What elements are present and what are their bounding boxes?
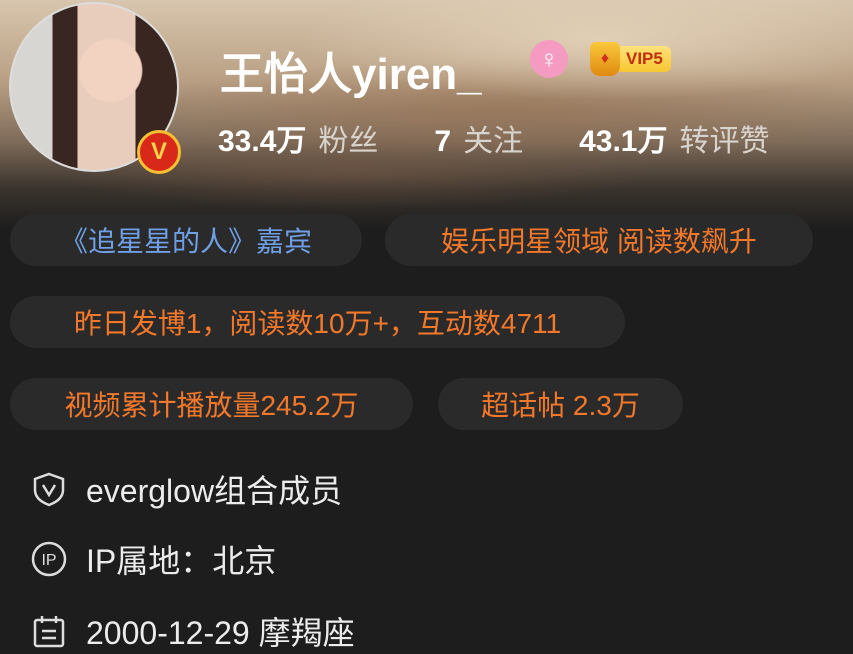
calendar-icon: [33, 616, 65, 648]
tag-chip-daily-stats[interactable]: 昨日发博1，阅读数10万+，互动数4711: [10, 296, 625, 348]
stat-label: 粉丝: [318, 125, 379, 158]
tag-chip-super-topic[interactable]: 超话帖 2.3万: [438, 378, 683, 430]
info-row-birthday: 2000-12-29 摩羯座: [30, 608, 355, 654]
stat-label: 关注: [463, 125, 524, 158]
stat-value: 33.4万: [218, 125, 307, 158]
info-text: 2000-12-29 摩羯座: [86, 615, 355, 651]
stat-following[interactable]: 7 关注: [434, 116, 523, 160]
stat-interactions[interactable]: 43.1万 转评赞: [579, 116, 769, 160]
vip-label: VIP5: [616, 46, 671, 72]
info-row-ip: IP IP属地：北京: [30, 536, 276, 582]
svg-text:IP: IP: [41, 552, 56, 569]
crown-icon: ♦: [590, 42, 620, 76]
vip-badge[interactable]: ♦ VIP5: [590, 42, 671, 76]
tag-chip-guest[interactable]: 《追星星的人》嘉宾: [10, 214, 362, 266]
verified-badge-icon: V: [137, 130, 181, 174]
stat-followers[interactable]: 33.4万 粉丝: [218, 116, 378, 160]
profile-name: 王怡人yiren_: [220, 50, 482, 99]
info-text: IP属地：北京: [86, 543, 277, 579]
stat-value: 7: [434, 125, 452, 158]
stats-row: 33.4万 粉丝 7 关注 43.1万 转评赞: [218, 116, 825, 160]
tag-chip-video-plays[interactable]: 视频累计播放量245.2万: [10, 378, 413, 430]
female-icon: ♀: [530, 40, 568, 78]
shield-v-icon: [33, 472, 65, 507]
stat-value: 43.1万: [579, 125, 668, 158]
stat-label: 转评赞: [679, 125, 770, 158]
tag-chip-trending[interactable]: 娱乐明星领域 阅读数飙升: [385, 214, 813, 266]
info-row-verification: everglow组合成员: [30, 466, 342, 512]
ip-icon: IP: [31, 541, 67, 577]
info-text: everglow组合成员: [86, 473, 343, 509]
